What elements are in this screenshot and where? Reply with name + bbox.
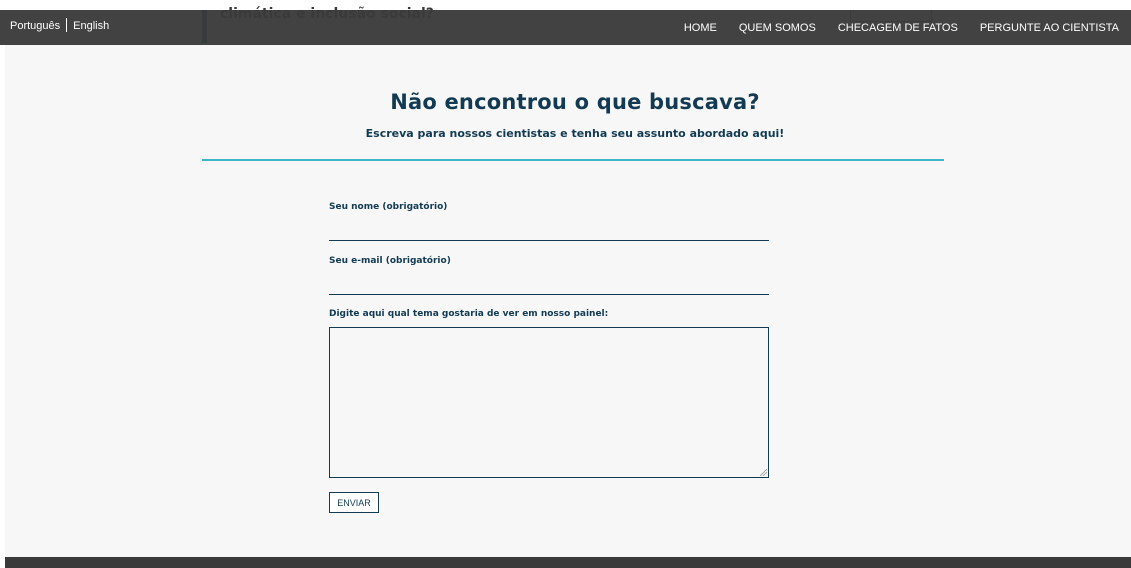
- nav-checagem-de-fatos[interactable]: CHECAGEM DE FATOS: [838, 22, 958, 34]
- top-navigation-bar: Português English HOME QUEM SOMOS CHECAGE…: [0, 10, 1131, 45]
- language-separator: [66, 18, 68, 32]
- name-label: Seu nome (obrigatório): [329, 202, 448, 212]
- footer-bar: [5, 557, 1131, 568]
- page-subtitle: Escreva para nossos cientistas e tenha s…: [365, 127, 785, 140]
- nav-quem-somos[interactable]: QUEM SOMOS: [739, 22, 816, 34]
- content-area: [5, 45, 1131, 557]
- resize-grip-icon[interactable]: [759, 468, 767, 476]
- language-en-link[interactable]: English: [73, 20, 109, 32]
- topic-textarea[interactable]: [329, 327, 769, 478]
- email-field[interactable]: [329, 275, 769, 295]
- name-field[interactable]: [329, 221, 769, 241]
- email-label: Seu e-mail (obrigatório): [329, 256, 451, 266]
- topic-label: Digite aqui qual tema gostaria de ver em…: [329, 309, 609, 319]
- nav-home[interactable]: HOME: [684, 22, 717, 34]
- language-switcher: Português English: [10, 18, 109, 33]
- nav-pergunte-ao-cientista[interactable]: PERGUNTE AO CIENTISTA: [980, 22, 1119, 34]
- section-divider: [202, 159, 944, 161]
- language-pt-link[interactable]: Português: [10, 20, 60, 32]
- submit-button[interactable]: ENVIAR: [329, 492, 379, 513]
- page-title: Não encontrou o que buscava?: [390, 90, 760, 114]
- page: climática e inclusão social? PortuguêsEn…: [0, 0, 1131, 568]
- main-menu: HOME QUEM SOMOS CHECAGEM DE FATOS PERGUN…: [662, 22, 1119, 34]
